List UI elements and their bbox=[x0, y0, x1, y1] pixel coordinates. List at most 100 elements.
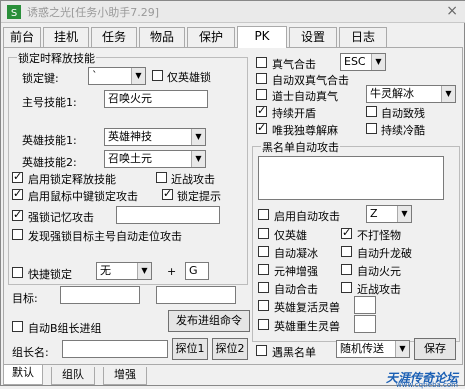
main-skill-input[interactable]: 召唤火元 bbox=[104, 90, 208, 108]
hero-only-checkbox[interactable] bbox=[258, 228, 269, 239]
enable-lock-release-label: 启用锁定释放技能 bbox=[28, 173, 116, 186]
hero-skill2-select[interactable]: 召唤土元 ▼ bbox=[104, 150, 206, 168]
auto-cripple-checkbox[interactable] bbox=[366, 106, 377, 117]
hero-skill1-select[interactable]: 英雄神技 ▼ bbox=[104, 128, 206, 146]
auto-double-label: 自动双真气合击 bbox=[272, 74, 349, 87]
only-me-label: 唯我独尊解麻 bbox=[272, 124, 338, 137]
enable-auto-attack-label: 启用自动攻击 bbox=[274, 210, 340, 223]
hero-lock-only-label: 仅英雄锁 bbox=[167, 71, 211, 84]
no-monster-label: 不打怪物 bbox=[357, 229, 401, 242]
watermark-url: www.cqtieba.com bbox=[396, 381, 458, 389]
quick-lock-checkbox[interactable] bbox=[12, 267, 23, 278]
hero-rebirth-input[interactable] bbox=[354, 315, 376, 333]
chevron-down-icon: ▼ bbox=[137, 263, 151, 279]
chevron-down-icon: ▼ bbox=[371, 54, 385, 70]
lock-hint-label: 锁定提示 bbox=[177, 190, 221, 203]
hero-rebirth-checkbox[interactable] bbox=[258, 319, 269, 330]
remember-attack-checkbox[interactable] bbox=[12, 208, 23, 221]
hero-only-label: 仅英雄 bbox=[274, 229, 307, 242]
remember-attack-label: 强锁记忆攻击 bbox=[28, 211, 94, 224]
enable-lock-release-checkbox[interactable] bbox=[12, 170, 23, 183]
encounter-label: 遇黑名单 bbox=[272, 346, 316, 359]
tab-tasks[interactable]: 任务 bbox=[91, 27, 137, 47]
hero-revive-checkbox[interactable] bbox=[258, 300, 269, 311]
auto-team-checkbox[interactable] bbox=[12, 321, 23, 332]
mouse-middle-lock-checkbox[interactable] bbox=[12, 187, 23, 200]
quick-lock-label: 快捷锁定 bbox=[28, 268, 72, 281]
auto-cripple-label: 自动致残 bbox=[381, 107, 425, 120]
random-tp-select[interactable]: 随机传送 ▼ bbox=[336, 340, 410, 358]
target-input-2[interactable] bbox=[156, 286, 236, 304]
encounter-checkbox[interactable] bbox=[256, 345, 267, 356]
main-skill-label: 主号技能1: bbox=[22, 96, 77, 109]
leader-name-input[interactable] bbox=[62, 340, 168, 358]
app-logo-icon: S bbox=[7, 5, 21, 19]
lock-group-title: 锁定时释放技能 bbox=[17, 50, 96, 66]
blacklist-key-select[interactable]: Z ▼ bbox=[366, 205, 412, 223]
sustain-open-checkbox[interactable] bbox=[256, 104, 267, 117]
auto-double-checkbox[interactable] bbox=[256, 73, 267, 84]
auto-freeze-checkbox[interactable] bbox=[258, 246, 269, 257]
auto-fire-checkbox[interactable] bbox=[341, 264, 352, 275]
hero-skill2-label: 英雄技能2: bbox=[22, 156, 77, 169]
lock-hint-checkbox[interactable] bbox=[162, 187, 173, 200]
combo-key-select[interactable]: ESC ▼ bbox=[340, 53, 386, 71]
sustain-cool-label: 持续冷酷 bbox=[381, 124, 425, 137]
save-button[interactable]: 保存 bbox=[414, 338, 456, 360]
tab-afk[interactable]: 挂机 bbox=[43, 27, 89, 47]
sustain-open-label: 持续开盾 bbox=[272, 107, 316, 120]
melee-attack-checkbox[interactable] bbox=[156, 172, 167, 183]
tab-default[interactable]: 默认 bbox=[3, 365, 43, 385]
title-bar: S 诱惑之光[任务小助手7.29] × bbox=[1, 1, 465, 23]
tab-protect[interactable]: 保护 bbox=[187, 27, 235, 47]
tab-settings[interactable]: 设置 bbox=[289, 27, 337, 47]
blacklist-group-title: 黑名单自动攻击 bbox=[261, 139, 340, 155]
melee-attack-label: 近战攻击 bbox=[171, 173, 215, 186]
blacklist-melee-label: 近战攻击 bbox=[357, 283, 401, 296]
quick-lock-mod-select[interactable]: 无 ▼ bbox=[96, 262, 152, 280]
remember-attack-input[interactable] bbox=[116, 206, 220, 224]
yuanshen-label: 元神增强 bbox=[274, 265, 318, 278]
taoist-skill-select[interactable]: 牛灵解冰 ▼ bbox=[366, 85, 456, 103]
send-team-command-button[interactable]: 发布进组命令 bbox=[168, 310, 250, 332]
chevron-down-icon: ▼ bbox=[191, 151, 205, 167]
tab-items[interactable]: 物品 bbox=[139, 27, 185, 47]
target-input-1[interactable] bbox=[60, 286, 140, 304]
plus-label: + bbox=[167, 265, 177, 278]
chevron-down-icon: ▼ bbox=[397, 206, 411, 222]
combo-hit-checkbox[interactable] bbox=[256, 57, 267, 68]
locate1-button[interactable]: 探位1 bbox=[172, 338, 208, 360]
sustain-cool-checkbox[interactable] bbox=[366, 123, 377, 134]
locate2-button[interactable]: 探位2 bbox=[212, 338, 248, 360]
app-window: S 诱惑之光[任务小助手7.29] × 前台 挂机 任务 物品 保护 PK 设置… bbox=[0, 0, 465, 389]
hero-lock-only-checkbox[interactable] bbox=[152, 70, 163, 81]
no-monster-checkbox[interactable] bbox=[341, 226, 352, 239]
chevron-down-icon: ▼ bbox=[441, 86, 455, 102]
tab-foreground[interactable]: 前台 bbox=[3, 27, 41, 47]
tab-enhance[interactable]: 增强 bbox=[103, 367, 147, 385]
find-target-checkbox[interactable] bbox=[12, 229, 23, 240]
tab-pk[interactable]: PK bbox=[237, 26, 287, 48]
auto-dragon-label: 自动升龙破 bbox=[357, 247, 412, 260]
tab-team[interactable]: 组队 bbox=[51, 367, 95, 385]
only-me-checkbox[interactable] bbox=[256, 121, 267, 134]
chevron-down-icon: ▼ bbox=[395, 341, 409, 357]
tab-log[interactable]: 日志 bbox=[339, 27, 387, 47]
auto-combo-checkbox[interactable] bbox=[258, 282, 269, 293]
auto-fire-label: 自动火元 bbox=[357, 265, 401, 278]
close-icon[interactable]: × bbox=[446, 3, 458, 19]
quick-lock-key-input[interactable]: G bbox=[185, 262, 209, 280]
lock-key-select[interactable]: ` ▼ bbox=[88, 67, 146, 85]
auto-dragon-checkbox[interactable] bbox=[341, 246, 352, 257]
find-target-label: 发现强锁目标主号自动走位攻击 bbox=[28, 230, 182, 243]
target-label: 目标: bbox=[12, 292, 38, 305]
mouse-middle-lock-label: 启用鼠标中键锁定攻击 bbox=[28, 190, 138, 203]
auto-team-label: 自动B组长进组 bbox=[28, 322, 102, 335]
yuanshen-checkbox[interactable] bbox=[258, 264, 269, 275]
hero-revive-input[interactable] bbox=[354, 296, 376, 314]
blacklist-textarea[interactable] bbox=[258, 156, 444, 200]
blacklist-melee-checkbox[interactable] bbox=[341, 282, 352, 293]
enable-auto-attack-checkbox[interactable] bbox=[258, 209, 269, 220]
auto-combo-label: 自动合击 bbox=[274, 283, 318, 296]
taoist-auto-checkbox[interactable] bbox=[256, 89, 267, 100]
